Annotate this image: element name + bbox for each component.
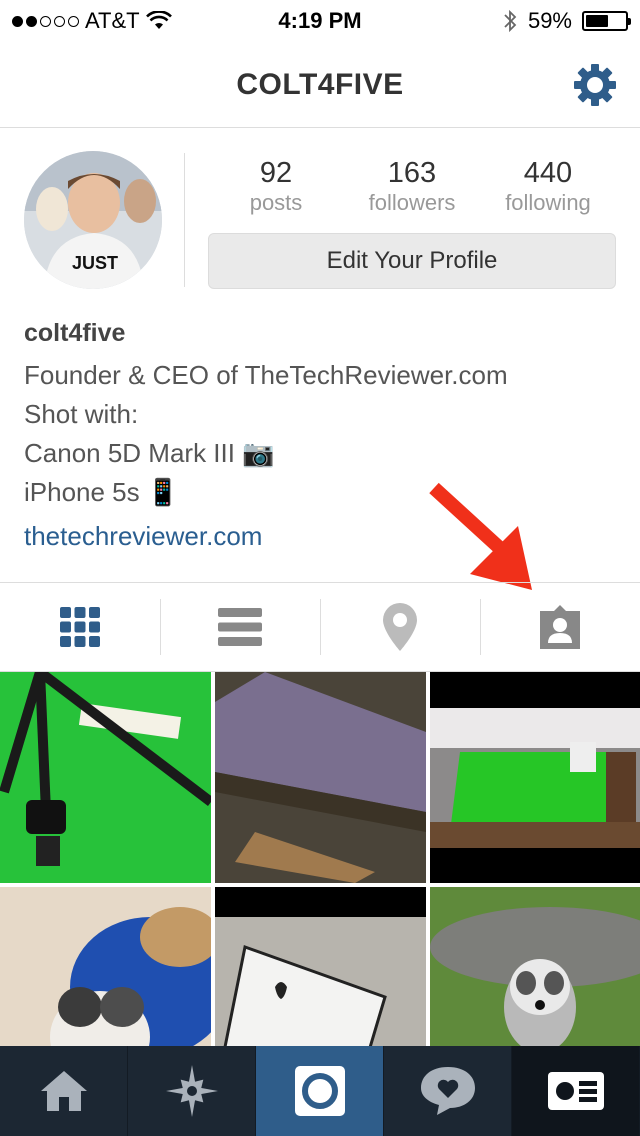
activity-heart-icon <box>420 1067 475 1115</box>
battery-percent: 59% <box>527 8 572 33</box>
tab-camera[interactable] <box>256 1046 384 1136</box>
followers-count: 163 <box>387 157 437 189</box>
tab-home[interactable] <box>0 1046 128 1136</box>
stat-following[interactable]: 440 following <box>478 157 618 216</box>
tab-grid[interactable] <box>0 583 160 671</box>
grid-icon <box>60 607 100 647</box>
profile-view-tabs <box>0 582 640 672</box>
profile-card-icon <box>547 1072 604 1110</box>
following-label: following <box>505 190 591 215</box>
photo-tile[interactable] <box>0 672 211 883</box>
bio-line: Canon 5D Mark III 📷 <box>24 438 275 468</box>
camera-icon <box>294 1066 345 1116</box>
explore-icon <box>165 1065 218 1117</box>
tab-profile[interactable] <box>512 1046 640 1136</box>
bottom-tab-bar <box>0 1046 640 1136</box>
status-bar: AT&T 4:19 PM 59% <box>0 0 640 40</box>
bio-line: Founder & CEO of TheTechReviewer.com <box>24 360 508 390</box>
following-count: 440 <box>523 157 573 189</box>
stat-posts[interactable]: 92 posts <box>206 157 346 216</box>
tab-map[interactable] <box>320 583 480 671</box>
status-right: 59% <box>502 8 631 34</box>
home-icon <box>40 1071 87 1111</box>
bluetooth-icon <box>504 9 517 33</box>
edit-profile-button[interactable]: Edit Your Profile <box>208 233 616 289</box>
list-icon <box>218 608 262 646</box>
gear-icon[interactable] <box>572 62 618 108</box>
svg-text:JUST: JUST <box>72 253 118 273</box>
tab-explore[interactable] <box>128 1046 256 1136</box>
photo-tile[interactable] <box>215 887 426 1048</box>
avatar[interactable]: JUST <box>24 151 162 289</box>
photo-tile[interactable] <box>430 887 640 1048</box>
nav-bar: COLT4FIVE <box>0 40 640 128</box>
posts-label: posts <box>249 190 303 215</box>
username: colt4five <box>24 319 126 347</box>
page-title: COLT4FIVE <box>236 68 404 101</box>
tab-tagged[interactable] <box>480 583 640 671</box>
bio-line: Shot with: <box>24 399 139 429</box>
photo-grid <box>0 672 640 1048</box>
tagged-photos-icon <box>540 605 580 649</box>
photo-tile[interactable] <box>430 672 640 883</box>
followers-label: followers <box>368 190 456 215</box>
posts-count: 92 <box>259 157 293 189</box>
location-pin-icon <box>383 603 417 651</box>
tab-list[interactable] <box>160 583 320 671</box>
photo-tile[interactable] <box>0 887 211 1048</box>
stat-followers[interactable]: 163 followers <box>342 157 482 216</box>
battery-icon <box>582 11 631 31</box>
profile-divider <box>184 153 185 287</box>
tab-activity[interactable] <box>384 1046 512 1136</box>
photo-tile[interactable] <box>215 672 426 883</box>
